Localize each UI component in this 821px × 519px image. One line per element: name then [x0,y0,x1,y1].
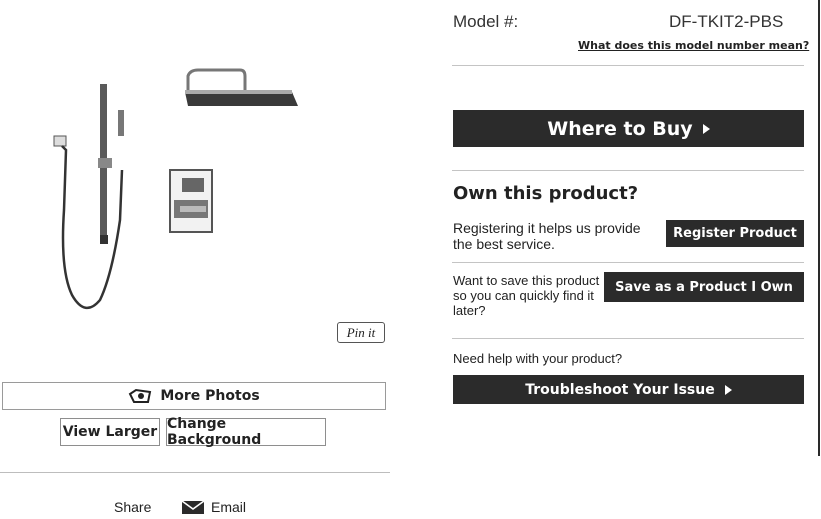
view-larger-button[interactable]: View Larger [60,418,160,446]
own-product-heading: Own this product? [453,183,639,204]
more-photos-label: More Photos [160,388,260,404]
valve-trim [169,169,213,233]
column-divider [818,0,820,456]
model-number: DF-TKIT2-PBS [669,12,784,31]
share-label: Share [114,499,152,515]
email-share-link[interactable]: Email [181,499,246,515]
divider [452,65,804,66]
divider [0,472,390,473]
where-to-buy-button[interactable]: Where to Buy [453,110,804,147]
product-image[interactable] [40,60,310,325]
change-background-button[interactable]: Change Background [166,416,326,448]
help-prompt: Need help with your product? [453,351,623,366]
model-label: Model #: [453,12,519,31]
divider [452,338,804,339]
divider [452,170,804,171]
register-product-button[interactable]: Register Product [666,220,804,247]
save-product-button[interactable]: Save as a Product I Own [604,272,804,302]
email-label: Email [211,499,247,515]
play-arrow-icon [724,384,732,395]
play-arrow-icon [702,123,710,134]
troubleshoot-button[interactable]: Troubleshoot Your Issue [453,375,804,404]
camera-icon [129,388,152,403]
register-description: Registering it helps us provide the best… [453,220,641,252]
envelope-icon [181,500,205,514]
shower-head [185,68,298,106]
where-to-buy-label: Where to Buy [547,117,693,140]
more-photos-button[interactable]: More Photos [2,382,386,410]
pinterest-pin-button[interactable]: Pin it [337,322,385,343]
save-description: Want to save this product so you can qui… [453,273,600,318]
model-number-info-link[interactable]: What does this model number mean? [578,39,809,52]
divider [452,262,804,263]
troubleshoot-label: Troubleshoot Your Issue [525,381,715,398]
